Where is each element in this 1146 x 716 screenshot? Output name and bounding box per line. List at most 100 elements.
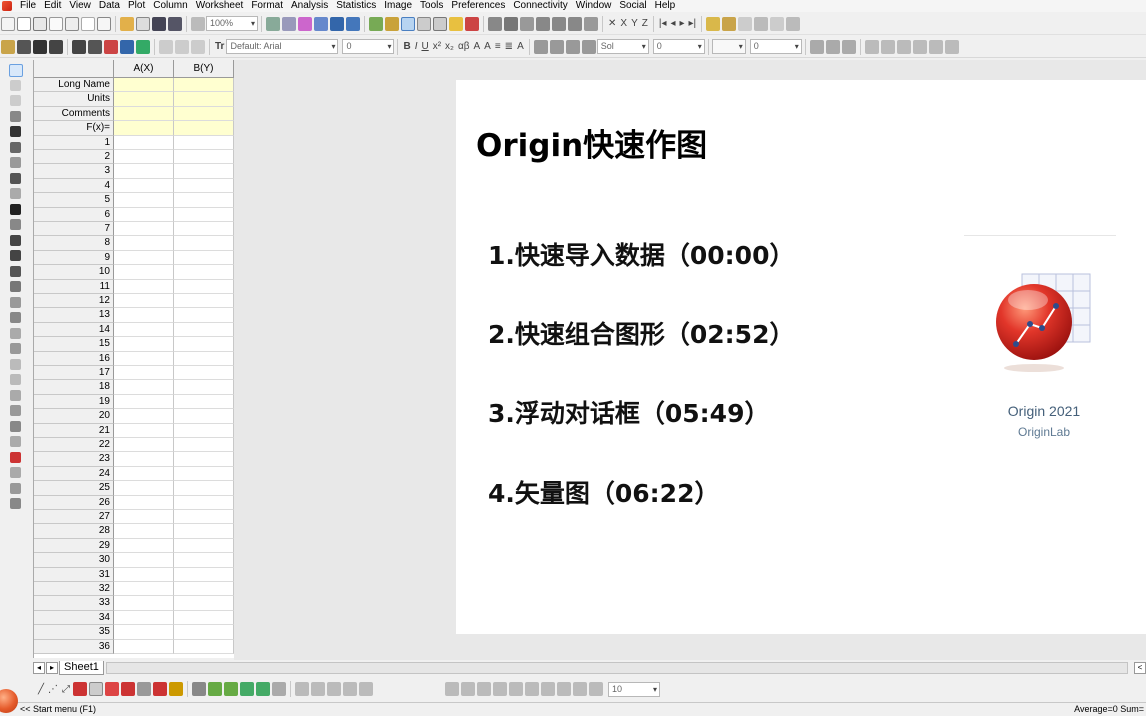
data-cell-b[interactable] <box>174 438 234 453</box>
data-cell-a[interactable] <box>114 466 174 482</box>
screen-reader-icon[interactable] <box>10 141 21 153</box>
data-cell-a[interactable] <box>114 452 174 467</box>
label-cell-a[interactable] <box>114 121 174 136</box>
data-cell-a[interactable] <box>114 279 174 294</box>
same-size-icon[interactable] <box>541 682 556 696</box>
row-number[interactable]: 17 <box>34 366 114 381</box>
refresh-icon[interactable] <box>266 16 280 31</box>
bar-chart-icon[interactable] <box>536 16 550 31</box>
3d-scatter-icon[interactable] <box>240 682 255 696</box>
align-left-icon[interactable] <box>445 682 460 696</box>
code-builder-icon[interactable] <box>314 16 328 31</box>
fill-combo[interactable] <box>711 39 746 54</box>
stack-icon[interactable] <box>10 498 21 509</box>
column-header-a[interactable]: A(X) <box>114 60 174 78</box>
column-stats-icon[interactable] <box>488 16 502 31</box>
data-cell-a[interactable] <box>114 596 174 611</box>
data-cell-b[interactable] <box>174 207 234 222</box>
gear-tool-icon[interactable] <box>10 420 21 432</box>
arrange-icon[interactable] <box>864 39 879 54</box>
data-cell-a[interactable] <box>114 394 174 410</box>
row-number[interactable]: 8 <box>34 236 114 251</box>
distribute-icon[interactable] <box>525 682 540 696</box>
data-cell-b[interactable] <box>174 279 234 294</box>
object-icon[interactable] <box>573 682 588 696</box>
box-plot-icon[interactable] <box>137 682 152 696</box>
data-cell-a[interactable] <box>114 135 174 150</box>
layout-icon[interactable] <box>359 682 374 696</box>
pattern-icon[interactable] <box>549 39 564 54</box>
line-style-combo[interactable]: Sol <box>596 39 649 54</box>
data-cell-a[interactable] <box>114 351 174 366</box>
app-icon[interactable] <box>786 16 801 31</box>
set-z-icon[interactable]: Z <box>642 18 648 29</box>
new-notes-icon[interactable] <box>97 16 111 31</box>
fill-value-combo[interactable]: 0 <box>749 39 802 54</box>
row-number[interactable]: 36 <box>34 639 114 654</box>
data-cell-b[interactable] <box>174 524 234 539</box>
histogram-icon[interactable] <box>552 16 566 31</box>
border-icon[interactable] <box>825 39 840 54</box>
front-icon[interactable] <box>912 39 927 54</box>
text-tool-icon[interactable] <box>10 203 21 215</box>
app-icon[interactable] <box>770 16 785 31</box>
data-cell-a[interactable] <box>114 553 174 568</box>
row-number[interactable]: 25 <box>34 481 114 496</box>
align-right-icon[interactable] <box>461 682 476 696</box>
data-cell-a[interactable] <box>114 495 174 510</box>
menu-edit[interactable]: Edit <box>40 0 65 12</box>
greek-icon[interactable]: αβ <box>458 41 470 52</box>
3d-surface-icon[interactable] <box>208 682 223 696</box>
data-cell-b[interactable] <box>174 322 234 338</box>
statistics-icon[interactable] <box>568 16 582 31</box>
arrow-tool-icon[interactable] <box>10 234 21 246</box>
merge-icon[interactable] <box>49 39 63 54</box>
row-number[interactable]: 4 <box>34 178 114 194</box>
cut-icon[interactable] <box>159 39 173 54</box>
layout-icon[interactable] <box>295 682 310 696</box>
data-cell-b[interactable] <box>174 222 234 237</box>
sort-icon[interactable] <box>520 16 534 31</box>
data-reader-icon[interactable] <box>10 126 21 137</box>
data-cell-a[interactable] <box>114 366 174 381</box>
data-cell-a[interactable] <box>114 625 174 640</box>
label-cell-a[interactable] <box>114 92 174 107</box>
app-icon[interactable] <box>722 16 737 31</box>
line-symbol-plot-icon[interactable]: ⤢ <box>62 684 70 695</box>
group-icon[interactable] <box>880 39 895 54</box>
data-cell-b[interactable] <box>174 236 234 251</box>
save-template-icon[interactable] <box>168 16 182 31</box>
list-tool-icon[interactable] <box>10 405 21 416</box>
new-function-icon[interactable] <box>65 16 79 31</box>
superscript-icon[interactable]: x² <box>433 41 441 52</box>
data-cell-b[interactable] <box>174 466 234 482</box>
data-cell-a[interactable] <box>114 294 174 309</box>
scatter-plot-icon[interactable]: ⋰ <box>48 684 58 695</box>
row-number[interactable]: 14 <box>34 322 114 338</box>
line-tool-icon[interactable] <box>10 250 21 261</box>
label-cell-b[interactable] <box>174 121 234 136</box>
data-cell-a[interactable] <box>114 567 174 582</box>
data-cell-b[interactable] <box>174 164 234 179</box>
row-number[interactable]: 7 <box>34 222 114 237</box>
align-top-icon[interactable] <box>477 682 492 696</box>
row-number[interactable]: 20 <box>34 409 114 424</box>
row-number[interactable]: 15 <box>34 337 114 352</box>
worksheet-view-icon[interactable] <box>417 16 431 31</box>
app-icon[interactable] <box>738 16 753 31</box>
data-cell-a[interactable] <box>114 639 174 654</box>
data-cell-b[interactable] <box>174 538 234 554</box>
same-size-icon[interactable] <box>557 682 572 696</box>
label-cell-a[interactable] <box>114 106 174 122</box>
zoom-out-icon[interactable] <box>10 95 21 106</box>
zoom-combo[interactable]: 100% <box>206 16 258 31</box>
row-number[interactable]: 26 <box>34 495 114 510</box>
data-cell-b[interactable] <box>174 351 234 366</box>
next-icon[interactable]: ▸ <box>680 18 685 29</box>
image-icon[interactable] <box>10 219 21 230</box>
data-cell-a[interactable] <box>114 380 174 395</box>
plot-details-icon[interactable] <box>385 16 399 31</box>
align-icon[interactable]: ≡ <box>495 41 501 52</box>
row-number[interactable]: 24 <box>34 466 114 482</box>
data-cell-a[interactable] <box>114 524 174 539</box>
